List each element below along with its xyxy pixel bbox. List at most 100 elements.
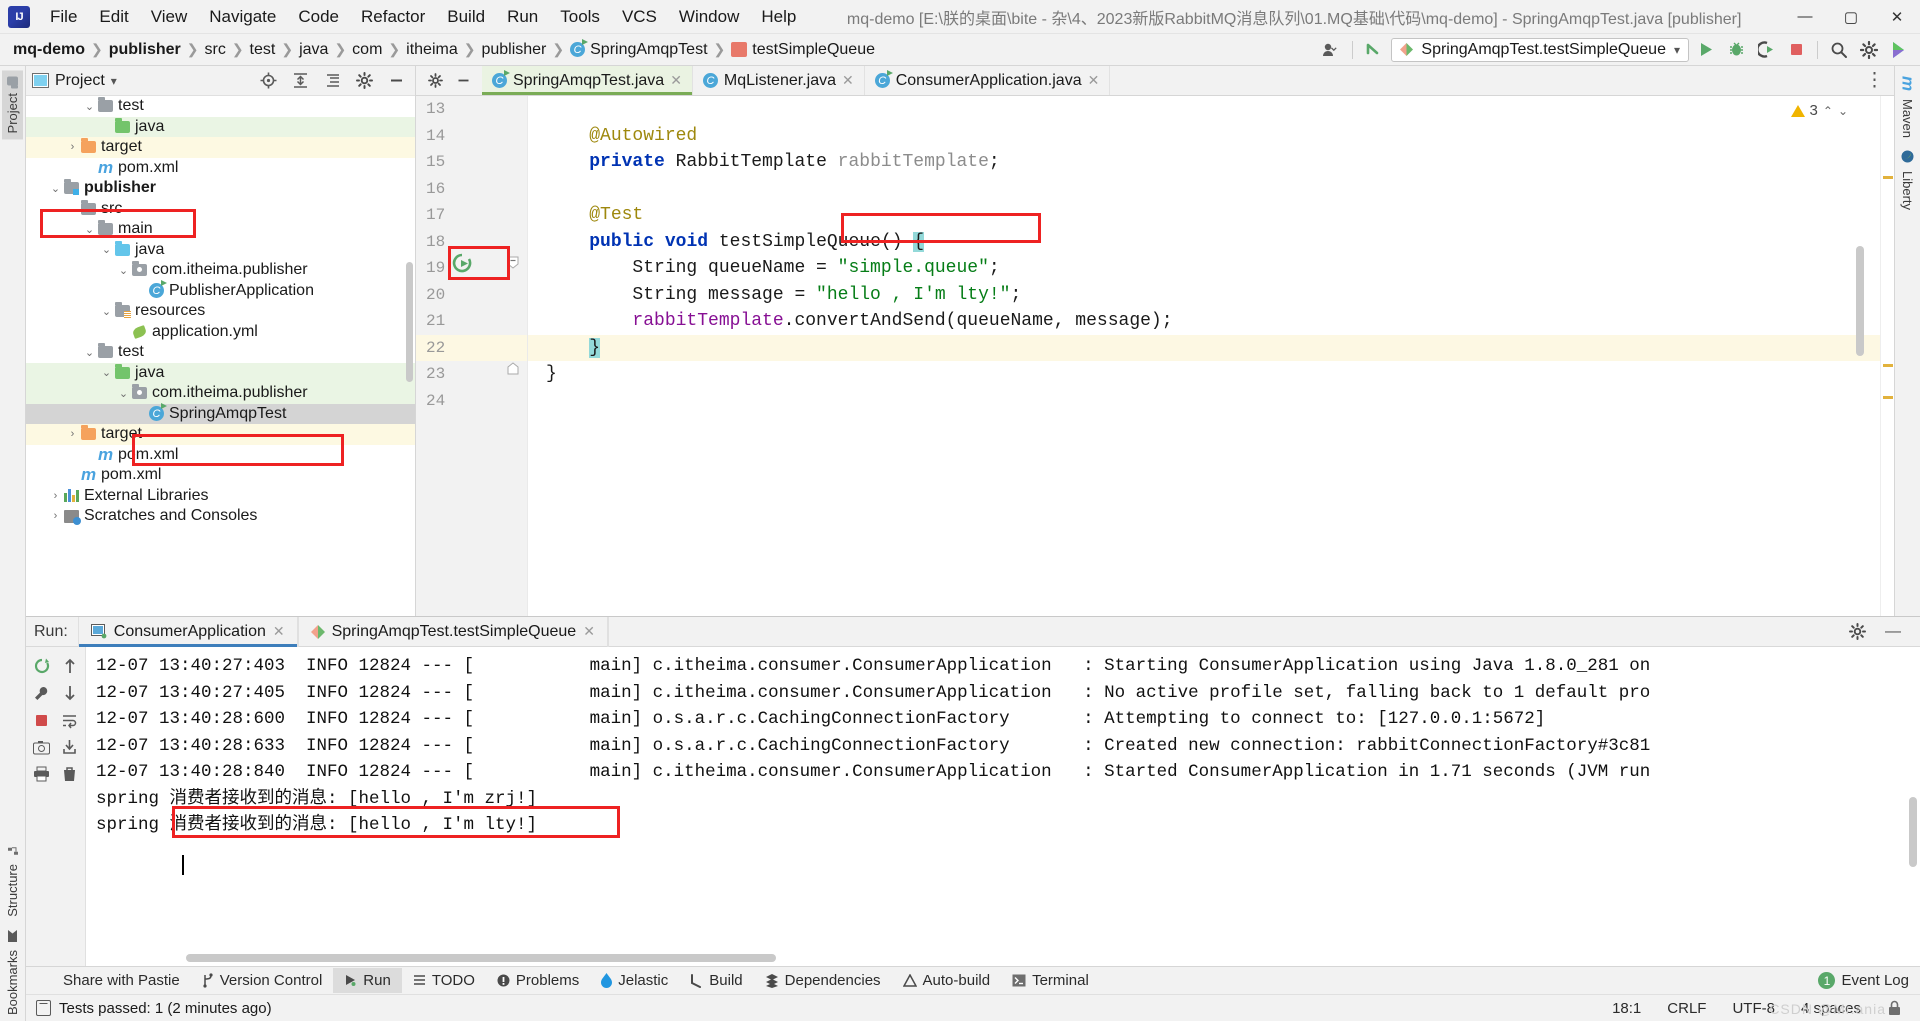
code-line[interactable]: @Test xyxy=(528,202,1880,229)
maximize-button[interactable]: ▢ xyxy=(1828,0,1874,34)
tree-node[interactable]: m pom.xml xyxy=(26,158,415,179)
tree-node[interactable]: m pom.xml xyxy=(26,465,415,486)
tree-scrollbar[interactable] xyxy=(406,262,413,382)
menu-code[interactable]: Code xyxy=(288,3,349,31)
tree-node[interactable]: ⌄ test xyxy=(26,96,415,117)
code-line[interactable]: String message = "hello , I'm lty!"; xyxy=(528,282,1880,309)
breadcrumb-method[interactable]: testSimpleQueue xyxy=(726,39,880,61)
close-icon[interactable]: ✕ xyxy=(670,72,682,89)
code-line[interactable]: @Autowired xyxy=(528,123,1880,150)
fold-marker-method[interactable] xyxy=(507,256,519,269)
code-line[interactable]: String queueName = "simple.queue"; xyxy=(528,255,1880,282)
menu-tools[interactable]: Tools xyxy=(550,3,610,31)
code-line[interactable]: } xyxy=(528,334,1880,361)
editor-scrollbar[interactable] xyxy=(1856,246,1864,356)
wrench-icon[interactable] xyxy=(29,680,55,706)
menu-navigate[interactable]: Navigate xyxy=(199,3,286,31)
gear-icon[interactable] xyxy=(1856,38,1882,62)
fold-marker-end[interactable] xyxy=(507,362,519,375)
tree-twisty[interactable]: ⌄ xyxy=(98,243,115,256)
trash-icon[interactable] xyxy=(57,761,83,787)
hide-panel-icon[interactable] xyxy=(383,69,409,93)
inspection-widget[interactable]: 3 ⌃ ⌄ xyxy=(1790,102,1848,119)
menu-build[interactable]: Build xyxy=(437,3,495,31)
code-line[interactable]: private RabbitTemplate rabbitTemplate; xyxy=(528,149,1880,176)
event-log-button[interactable]: 1 Event Log xyxy=(1807,968,1920,993)
close-button[interactable]: ✕ xyxy=(1874,0,1920,34)
project-tree[interactable]: ⌄ test java › target m pom.xml ⌄ publisher ⌄ src ⌄ m… xyxy=(26,96,415,616)
menu-file[interactable]: File xyxy=(40,3,87,31)
tree-node[interactable]: ⌄ resources xyxy=(26,301,415,322)
toolwindow-problems[interactable]: Problems xyxy=(486,968,590,993)
tree-node[interactable]: C SpringAmqpTest xyxy=(26,403,415,424)
editor-gutter[interactable]: 13 14 15 16 17 18 19 20 21 22 23 24 xyxy=(416,96,528,616)
minimize-button[interactable]: — xyxy=(1782,0,1828,34)
tree-twisty[interactable]: › xyxy=(64,141,81,153)
menu-help[interactable]: Help xyxy=(751,3,806,31)
tree-node[interactable]: ⌄ com.itheima.publisher xyxy=(26,383,415,404)
code-line[interactable] xyxy=(528,176,1880,203)
tree-node[interactable]: m pom.xml xyxy=(26,445,415,466)
breadcrumb-mq-demo[interactable]: mq-demo xyxy=(8,39,90,61)
tree-twisty[interactable]: ⌄ xyxy=(81,346,98,359)
code-line[interactable]: public void testSimpleQueue() { xyxy=(528,229,1880,256)
gear-icon[interactable] xyxy=(422,69,448,93)
print-icon[interactable] xyxy=(29,761,55,787)
tree-node[interactable]: ⌄ main xyxy=(26,219,415,240)
tree-node[interactable]: › External Libraries xyxy=(26,486,415,507)
tree-twisty[interactable]: › xyxy=(47,510,64,522)
scroll-down-icon[interactable] xyxy=(57,680,83,706)
tree-node[interactable]: › Scratches and Consoles xyxy=(26,506,415,527)
menu-view[interactable]: View xyxy=(141,3,198,31)
scroll-up-icon[interactable] xyxy=(57,653,83,679)
run-tab-consumerapplication[interactable]: ConsumerApplication ✕ xyxy=(77,616,298,647)
fold-column[interactable] xyxy=(499,96,527,616)
close-icon[interactable]: ✕ xyxy=(1088,72,1100,89)
breadcrumb-publisher[interactable]: publisher xyxy=(104,39,186,61)
tree-node[interactable]: C PublisherApplication xyxy=(26,280,415,302)
tree-node[interactable]: ⌄ com.itheima.publisher xyxy=(26,260,415,281)
menu-refactor[interactable]: Refactor xyxy=(351,3,435,31)
account-icon[interactable] xyxy=(1318,38,1344,62)
menu-vcs[interactable]: VCS xyxy=(612,3,667,31)
chevron-down-icon[interactable]: ⌄ xyxy=(1838,104,1848,118)
breadcrumb-itheima[interactable]: itheima xyxy=(401,39,463,61)
editor-tab-mqlistener[interactable]: C MqListener.java ✕ xyxy=(693,66,865,95)
tree-twisty[interactable]: ⌄ xyxy=(115,264,132,277)
toolwindow-version-control[interactable]: Version Control xyxy=(191,968,334,993)
lock-icon[interactable] xyxy=(1879,1000,1910,1016)
tree-twisty[interactable]: ⌄ xyxy=(64,202,81,215)
console-scrollbar-vertical[interactable] xyxy=(1909,797,1917,867)
tree-twisty[interactable]: › xyxy=(47,490,64,502)
locate-icon[interactable] xyxy=(255,69,281,93)
code-line[interactable] xyxy=(528,388,1880,415)
stop-icon[interactable] xyxy=(29,707,55,733)
close-icon[interactable]: ✕ xyxy=(273,623,285,640)
close-icon[interactable]: ✕ xyxy=(842,72,854,89)
toolwindow-build[interactable]: Build xyxy=(679,968,753,993)
error-stripe-marker-bar[interactable] xyxy=(1880,96,1894,616)
code-lines[interactable]: @Autowired private RabbitTemplate rabbit… xyxy=(528,96,1880,616)
export-icon[interactable] xyxy=(57,734,83,760)
editor-tabs-options[interactable]: ⋮ xyxy=(1855,66,1894,95)
minimize-panel-icon[interactable]: — xyxy=(1880,620,1906,644)
tool-button-structure[interactable]: Structure xyxy=(2,839,23,923)
gear-icon[interactable] xyxy=(351,69,377,93)
tree-twisty[interactable]: ⌄ xyxy=(98,366,115,379)
chevron-up-icon[interactable]: ⌃ xyxy=(1823,104,1833,118)
tree-twisty[interactable]: ⌄ xyxy=(115,387,132,400)
tree-node[interactable]: ⌄ src xyxy=(26,199,415,220)
tree-twisty[interactable]: ⌄ xyxy=(98,305,115,318)
toolwindow-dependencies[interactable]: Dependencies xyxy=(754,968,892,993)
tree-node[interactable]: › target xyxy=(26,137,415,158)
breadcrumb-com[interactable]: com xyxy=(347,39,387,61)
breadcrumb-class[interactable]: C SpringAmqpTest xyxy=(565,39,712,61)
code-line[interactable] xyxy=(528,96,1880,123)
tree-node[interactable]: ⌄ test xyxy=(26,342,415,363)
editor-tab-springamqptest[interactable]: C SpringAmqpTest.java ✕ xyxy=(482,66,693,95)
breadcrumb-test[interactable]: test xyxy=(245,39,281,61)
menu-run[interactable]: Run xyxy=(497,3,548,31)
console-output[interactable]: 12-07 13:40:27:403 INFO 12824 --- [ main… xyxy=(86,647,1920,966)
toolwindow-todo[interactable]: TODO xyxy=(402,968,486,993)
tree-node[interactable]: ⌄ publisher xyxy=(26,178,415,199)
